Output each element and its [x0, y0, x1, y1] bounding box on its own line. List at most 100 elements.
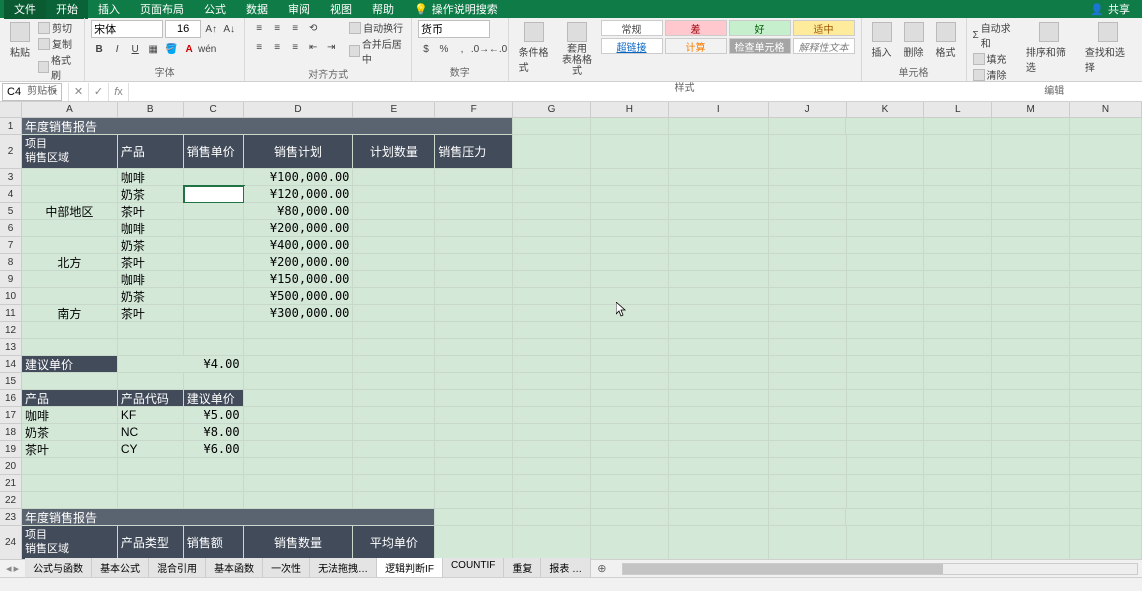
- cell[interactable]: [435, 475, 513, 492]
- cell[interactable]: ¥4.00: [118, 356, 244, 373]
- cell[interactable]: [22, 322, 118, 339]
- phonetic-button[interactable]: wén: [199, 41, 215, 57]
- tab-formula[interactable]: 公式: [194, 0, 236, 19]
- cell[interactable]: [669, 186, 769, 203]
- cell[interactable]: [244, 339, 354, 356]
- cell[interactable]: [244, 424, 354, 441]
- cell[interactable]: [992, 220, 1070, 237]
- cell[interactable]: [847, 186, 925, 203]
- cell[interactable]: [669, 305, 769, 322]
- cell[interactable]: [513, 322, 591, 339]
- cell[interactable]: [591, 526, 669, 560]
- cell[interactable]: [353, 441, 435, 458]
- cell[interactable]: [769, 118, 847, 135]
- sheet-tab[interactable]: COUNTIF: [443, 558, 504, 579]
- col-header-F[interactable]: F: [435, 102, 513, 117]
- cell[interactable]: [184, 203, 244, 220]
- align-right-button[interactable]: ≡: [287, 39, 303, 55]
- add-sheet-button[interactable]: ⊕: [591, 562, 612, 575]
- cell[interactable]: [1070, 135, 1142, 169]
- cell[interactable]: 平均单价: [353, 526, 435, 560]
- cell[interactable]: [435, 390, 513, 407]
- tab-home[interactable]: 开始: [46, 0, 88, 19]
- cell[interactable]: [118, 373, 184, 390]
- cell[interactable]: [513, 271, 591, 288]
- cell[interactable]: 咖啡: [118, 271, 184, 288]
- fx-button[interactable]: fx: [108, 83, 128, 101]
- cell[interactable]: [1070, 407, 1142, 424]
- cell[interactable]: [924, 509, 992, 526]
- cell[interactable]: [591, 237, 669, 254]
- sheet-nav[interactable]: ◂ ▸: [0, 562, 25, 575]
- cell[interactable]: [244, 492, 354, 509]
- cell[interactable]: [244, 373, 354, 390]
- cell[interactable]: 奶茶: [118, 288, 184, 305]
- cell[interactable]: [184, 271, 244, 288]
- cell[interactable]: [769, 407, 847, 424]
- cell[interactable]: [769, 492, 847, 509]
- style-good[interactable]: 好: [729, 20, 791, 36]
- row-header-16[interactable]: 16: [0, 390, 21, 407]
- cell[interactable]: [924, 424, 992, 441]
- cell[interactable]: 销售单价: [184, 135, 244, 169]
- style-neutral[interactable]: 适中: [793, 20, 855, 36]
- col-header-B[interactable]: B: [118, 102, 184, 117]
- cell[interactable]: [353, 237, 435, 254]
- italic-button[interactable]: I: [109, 41, 125, 57]
- column-headers[interactable]: ABCDEFGHIJKLMN: [22, 102, 1142, 118]
- cell[interactable]: [118, 492, 184, 509]
- cell[interactable]: 茶叶: [118, 254, 184, 271]
- cell[interactable]: [22, 220, 118, 237]
- cell[interactable]: [769, 322, 847, 339]
- cell[interactable]: [591, 458, 669, 475]
- cell[interactable]: [513, 492, 591, 509]
- style-calculation[interactable]: 计算: [665, 38, 727, 54]
- cell[interactable]: [992, 305, 1070, 322]
- cell[interactable]: [769, 220, 847, 237]
- wrap-text-button[interactable]: 自动换行: [349, 20, 405, 35]
- row-header-9[interactable]: 9: [0, 271, 21, 288]
- row-header-20[interactable]: 20: [0, 458, 21, 475]
- col-header-J[interactable]: J: [769, 102, 847, 117]
- cut-button[interactable]: 剪切: [38, 20, 78, 35]
- cell[interactable]: 奶茶: [118, 186, 184, 203]
- cell[interactable]: [847, 135, 925, 169]
- cell[interactable]: ¥300,000.00: [244, 305, 354, 322]
- cell[interactable]: 北方: [22, 254, 118, 271]
- insert-cells-button[interactable]: 插入: [868, 20, 896, 61]
- cell[interactable]: [513, 339, 591, 356]
- cell[interactable]: [513, 373, 591, 390]
- row-header-14[interactable]: 14: [0, 356, 21, 373]
- font-name-select[interactable]: [91, 20, 163, 38]
- cell[interactable]: [435, 271, 513, 288]
- cell[interactable]: [669, 203, 769, 220]
- cell[interactable]: [992, 271, 1070, 288]
- cell[interactable]: [924, 288, 992, 305]
- cell[interactable]: 销售额: [184, 526, 244, 560]
- cell[interactable]: [591, 424, 669, 441]
- cell[interactable]: [992, 373, 1070, 390]
- cell[interactable]: [1070, 186, 1142, 203]
- cell[interactable]: [847, 526, 925, 560]
- cell[interactable]: [992, 322, 1070, 339]
- cell[interactable]: ¥200,000.00: [244, 220, 354, 237]
- cell[interactable]: [769, 424, 847, 441]
- cell[interactable]: [1070, 509, 1142, 526]
- cell[interactable]: [513, 237, 591, 254]
- cell[interactable]: [847, 288, 925, 305]
- spreadsheet-grid[interactable]: ABCDEFGHIJKLMN 1234567891011121314151617…: [0, 102, 1142, 562]
- autosum-button[interactable]: Σ自动求和: [973, 20, 1018, 50]
- format-as-table-button[interactable]: 套用 表格格式: [558, 20, 597, 79]
- sheet-tab[interactable]: 混合引用: [149, 558, 206, 579]
- cell[interactable]: [22, 169, 118, 186]
- cell[interactable]: [669, 356, 769, 373]
- cell[interactable]: [1070, 492, 1142, 509]
- decrease-font-button[interactable]: A↓: [221, 21, 237, 37]
- cell[interactable]: [435, 424, 513, 441]
- cell[interactable]: 建议单价: [184, 390, 244, 407]
- cell[interactable]: [1070, 220, 1142, 237]
- cell[interactable]: [591, 356, 669, 373]
- cell[interactable]: [435, 526, 513, 560]
- cell[interactable]: [591, 322, 669, 339]
- currency-button[interactable]: $: [418, 41, 434, 57]
